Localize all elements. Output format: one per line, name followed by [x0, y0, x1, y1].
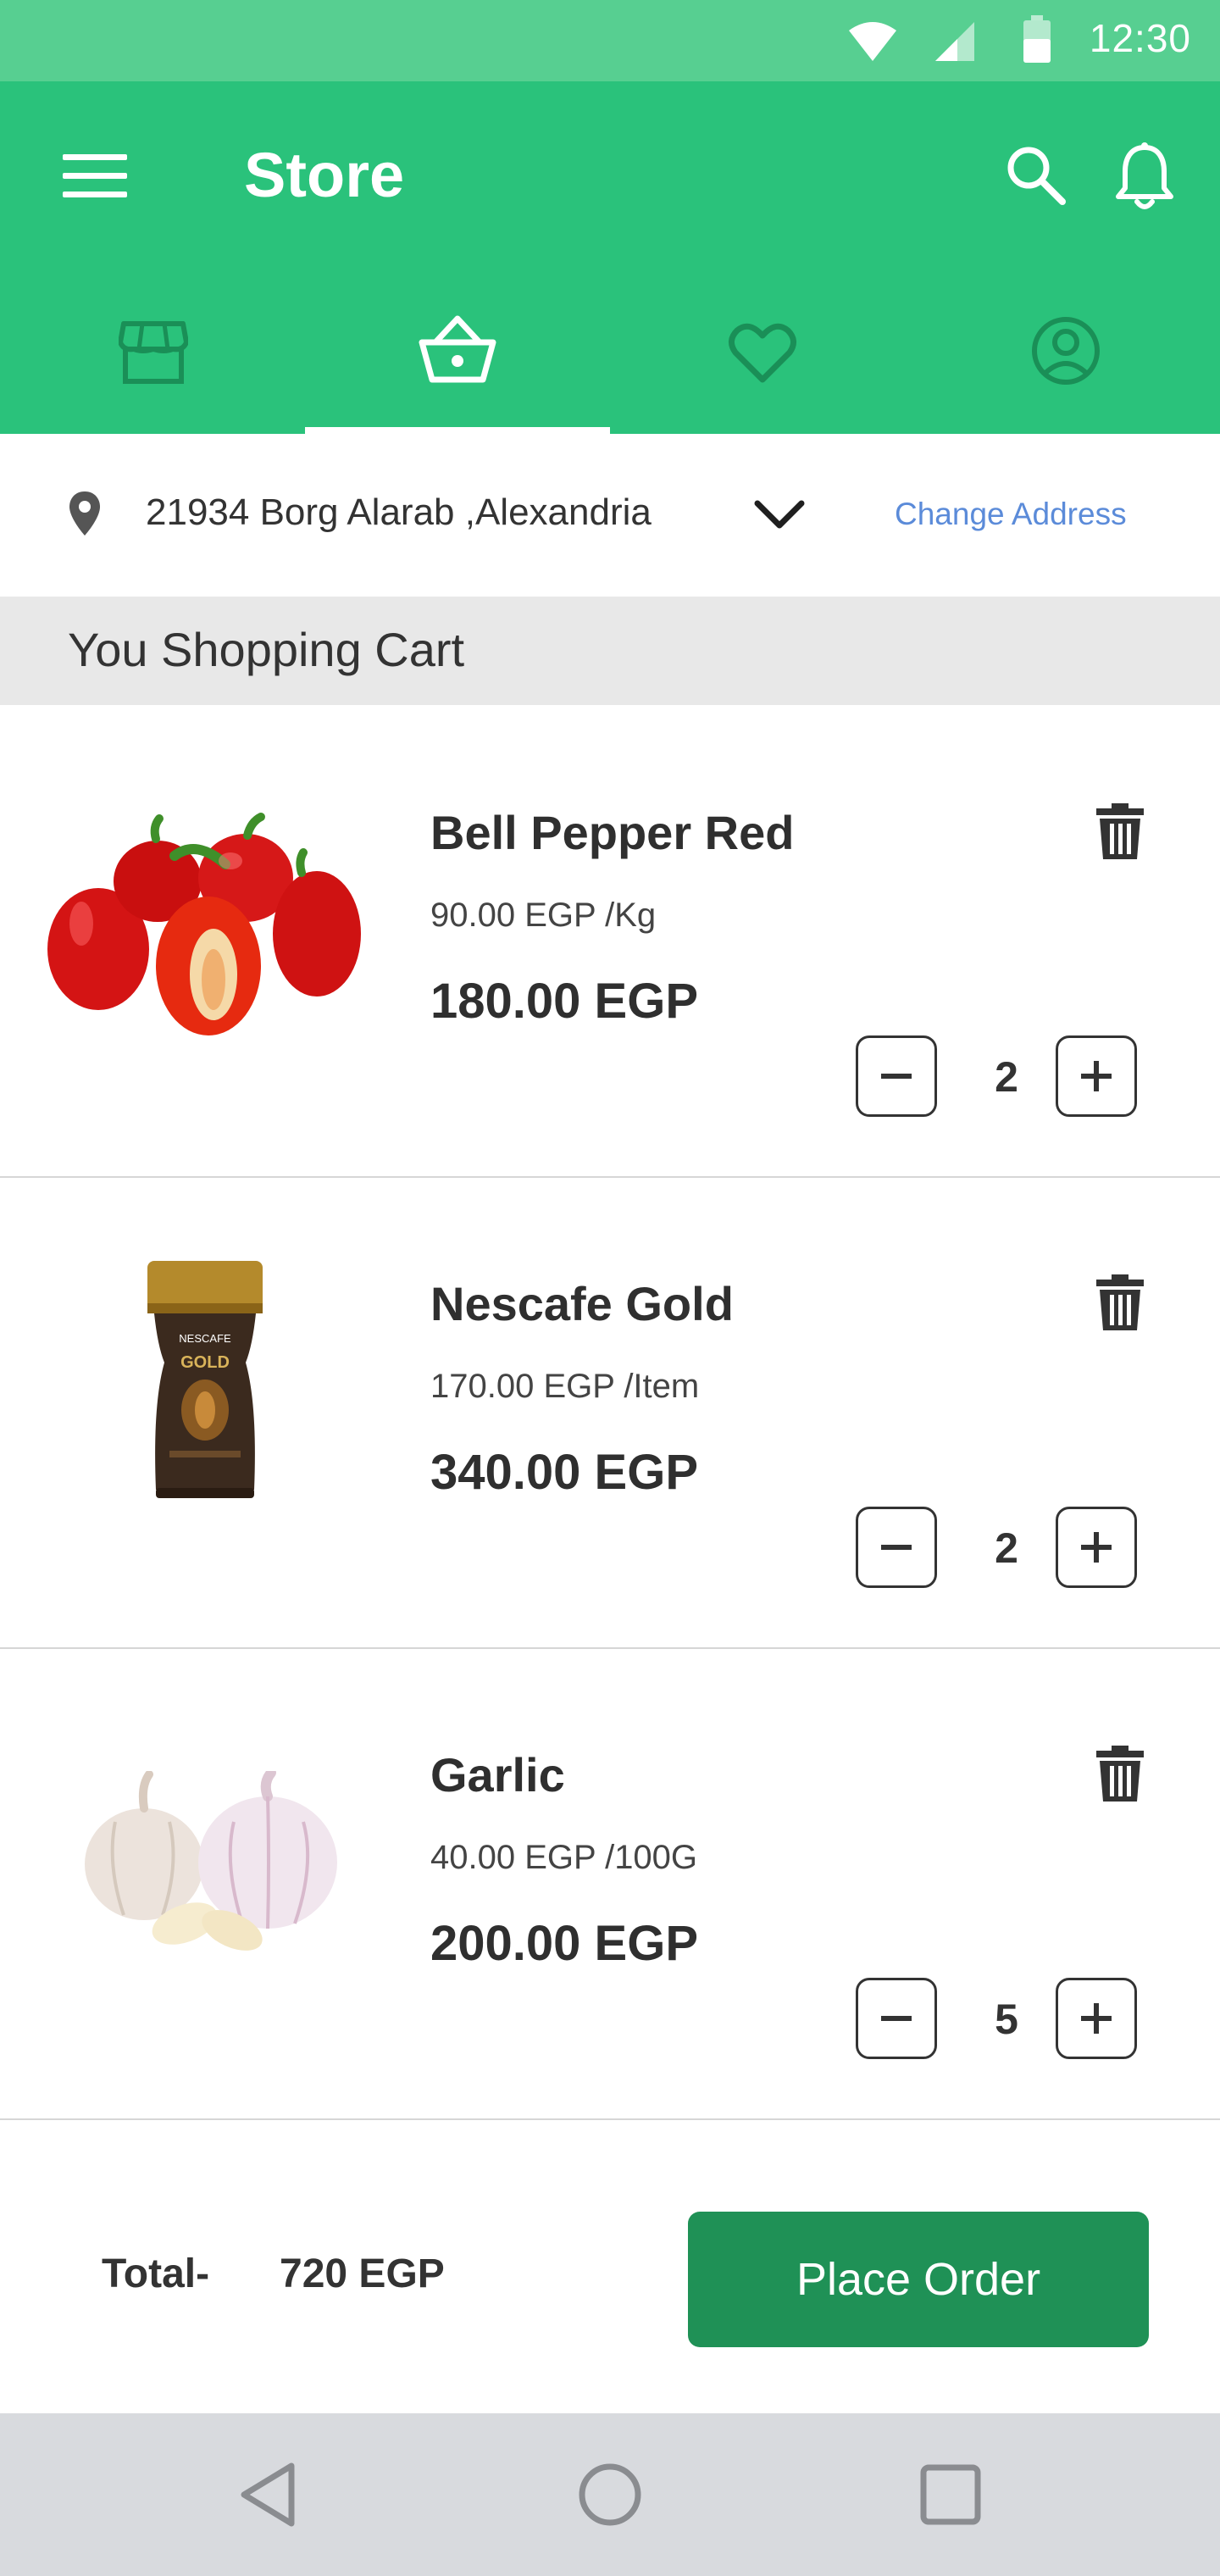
trash-icon[interactable]	[1095, 1746, 1145, 1803]
active-tab-indicator	[305, 427, 610, 434]
item-name: Garlic	[430, 1748, 565, 1802]
minus-icon	[881, 1074, 912, 1079]
tab-basket[interactable]	[419, 314, 496, 385]
change-address-link[interactable]: Change Address	[895, 497, 1127, 532]
item-total-price: 200.00 EGP	[430, 1916, 698, 1971]
recents-icon[interactable]	[920, 2464, 981, 2525]
item-total-price: 180.00 EGP	[430, 974, 698, 1029]
decrease-quantity-button[interactable]	[856, 1978, 937, 2059]
increase-quantity-button[interactable]	[1056, 1035, 1137, 1117]
wifi-icon	[849, 22, 896, 61]
plus-icon	[1081, 2003, 1112, 2034]
item-name: Nescafe Gold	[430, 1277, 734, 1330]
plus-icon	[1081, 1061, 1112, 1091]
plus-icon	[1081, 1532, 1112, 1563]
minus-icon	[881, 1545, 912, 1550]
decrease-quantity-button[interactable]	[856, 1035, 937, 1117]
menu-icon[interactable]	[63, 153, 127, 200]
chevron-down-icon[interactable]	[754, 500, 805, 530]
total-value: 720 EGP	[280, 2251, 445, 2296]
cart-section-title: You Shopping Cart	[68, 623, 465, 676]
status-time: 12:30	[1089, 16, 1191, 60]
minus-icon	[881, 2016, 912, 2021]
increase-quantity-button[interactable]	[1056, 1978, 1137, 2059]
tab-favorites[interactable]	[727, 320, 798, 385]
tab-store[interactable]	[119, 320, 188, 385]
quantity-value: 5	[995, 1996, 1018, 2043]
back-icon[interactable]	[237, 2461, 298, 2529]
garlic-image	[85, 1771, 337, 1951]
item-unit-price: 170.00 EGP /Item	[430, 1368, 700, 1405]
item-unit-price: 90.00 EGP /Kg	[430, 897, 657, 934]
tab-account[interactable]	[1030, 315, 1101, 386]
quantity-value: 2	[995, 1524, 1018, 1572]
home-icon[interactable]	[578, 2462, 642, 2527]
place-order-label: Place Order	[796, 2254, 1041, 2305]
total-label: Total-	[102, 2251, 210, 2296]
address-text[interactable]: 21934 Borg Alarab ,Alexandria	[146, 491, 652, 534]
bell-pepper-image	[47, 813, 361, 1035]
trash-icon[interactable]	[1095, 1274, 1145, 1332]
bell-icon[interactable]	[1115, 141, 1174, 212]
location-pin-icon	[69, 491, 100, 536]
item-unit-price: 40.00 EGP /100G	[430, 1839, 698, 1876]
nescafe-brand-text: NESCAFE	[179, 1332, 231, 1345]
item-name: Bell Pepper Red	[430, 806, 795, 859]
increase-quantity-button[interactable]	[1056, 1507, 1137, 1588]
page-title: Store	[244, 140, 405, 210]
search-icon[interactable]	[1005, 144, 1068, 207]
item-total-price: 340.00 EGP	[430, 1445, 698, 1500]
decrease-quantity-button[interactable]	[856, 1507, 937, 1588]
nescafe-gold-image: NESCAFE GOLD	[147, 1261, 263, 1498]
trash-icon[interactable]	[1095, 803, 1145, 861]
place-order-button[interactable]: Place Order	[688, 2212, 1149, 2347]
quantity-value: 2	[995, 1053, 1018, 1101]
nescafe-line-text: GOLD	[180, 1353, 230, 1372]
battery-icon	[1023, 15, 1051, 63]
signal-icon	[935, 22, 974, 61]
